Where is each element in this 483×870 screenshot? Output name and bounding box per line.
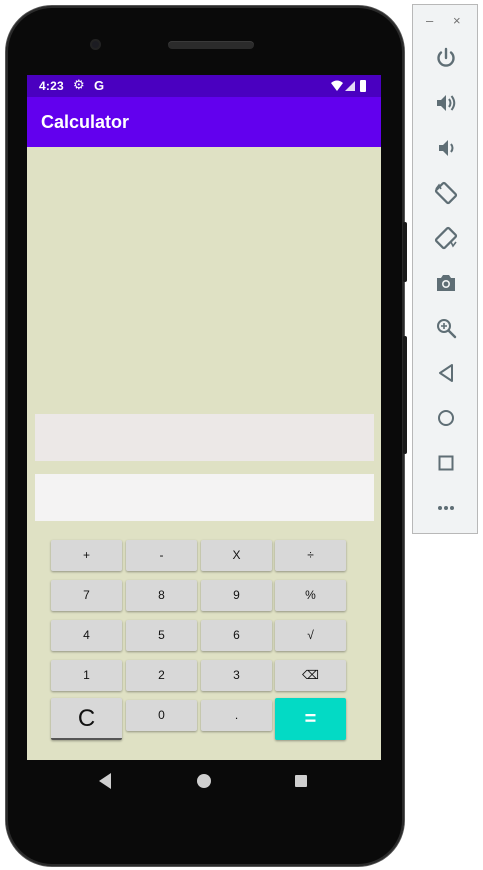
emulator-toolbar: – ×: [412, 4, 478, 534]
decimal-button[interactable]: .: [201, 700, 272, 731]
back-icon[interactable]: [432, 359, 460, 387]
phone-power-button[interactable]: [403, 336, 407, 454]
volume-down-icon[interactable]: [432, 134, 460, 162]
backspace-button[interactable]: ⌫: [275, 660, 346, 691]
wifi-icon: [331, 80, 343, 91]
minus-button[interactable]: -: [126, 540, 197, 571]
digit-5-button[interactable]: 5: [126, 620, 197, 651]
phone-volume-button[interactable]: [403, 222, 407, 282]
overview-icon[interactable]: [432, 449, 460, 477]
result-display: [35, 474, 374, 521]
home-icon[interactable]: [432, 404, 460, 432]
digit-9-button[interactable]: 9: [201, 580, 272, 611]
earpiece-speaker: [168, 41, 254, 49]
nav-back-icon[interactable]: [97, 772, 113, 790]
close-button[interactable]: ×: [453, 13, 461, 28]
app-bar: Calculator: [27, 97, 381, 147]
multiply-button[interactable]: X: [201, 540, 272, 571]
google-g-icon: G: [94, 78, 105, 93]
digit-1-button[interactable]: 1: [51, 660, 122, 691]
rotate-left-icon[interactable]: [432, 179, 460, 207]
nav-overview-icon[interactable]: [294, 774, 308, 788]
settings-gear-icon: ⚙: [73, 77, 85, 92]
expression-display: [35, 414, 374, 461]
battery-icon: [360, 80, 366, 92]
digit-4-button[interactable]: 4: [51, 620, 122, 651]
zoom-icon[interactable]: [432, 314, 460, 342]
plus-button[interactable]: +: [51, 540, 122, 571]
cell-signal-icon: [345, 81, 355, 91]
divide-button[interactable]: ÷: [275, 540, 346, 571]
clear-button[interactable]: C: [51, 698, 122, 740]
minimize-button[interactable]: –: [426, 13, 433, 28]
digit-7-button[interactable]: 7: [51, 580, 122, 611]
square-root-button[interactable]: √: [275, 620, 346, 651]
nav-home-icon[interactable]: [196, 773, 212, 789]
status-icons: [331, 80, 366, 92]
calculator-content: + - X ÷ 7 8 9 % 4 5 6 √ 1 2 3 ⌫ C 0 . =: [27, 147, 381, 760]
app-title: Calculator: [41, 112, 130, 132]
front-camera: [90, 39, 101, 50]
status-time: 4:23: [39, 79, 64, 93]
digit-8-button[interactable]: 8: [126, 580, 197, 611]
digit-3-button[interactable]: 3: [201, 660, 272, 691]
phone-screen: 4:23 ⚙ G Calculator + - X ÷ 7 8 9 % 4 5 …: [27, 75, 381, 760]
digit-6-button[interactable]: 6: [201, 620, 272, 651]
rotate-right-icon[interactable]: [432, 224, 460, 252]
more-icon[interactable]: [432, 494, 460, 522]
power-icon[interactable]: [432, 44, 460, 72]
percent-button[interactable]: %: [275, 580, 346, 611]
camera-icon[interactable]: [432, 269, 460, 297]
equals-button[interactable]: =: [275, 698, 346, 740]
status-bar: 4:23 ⚙ G: [27, 75, 381, 97]
digit-2-button[interactable]: 2: [126, 660, 197, 691]
digit-0-button[interactable]: 0: [126, 700, 197, 731]
volume-up-icon[interactable]: [432, 89, 460, 117]
